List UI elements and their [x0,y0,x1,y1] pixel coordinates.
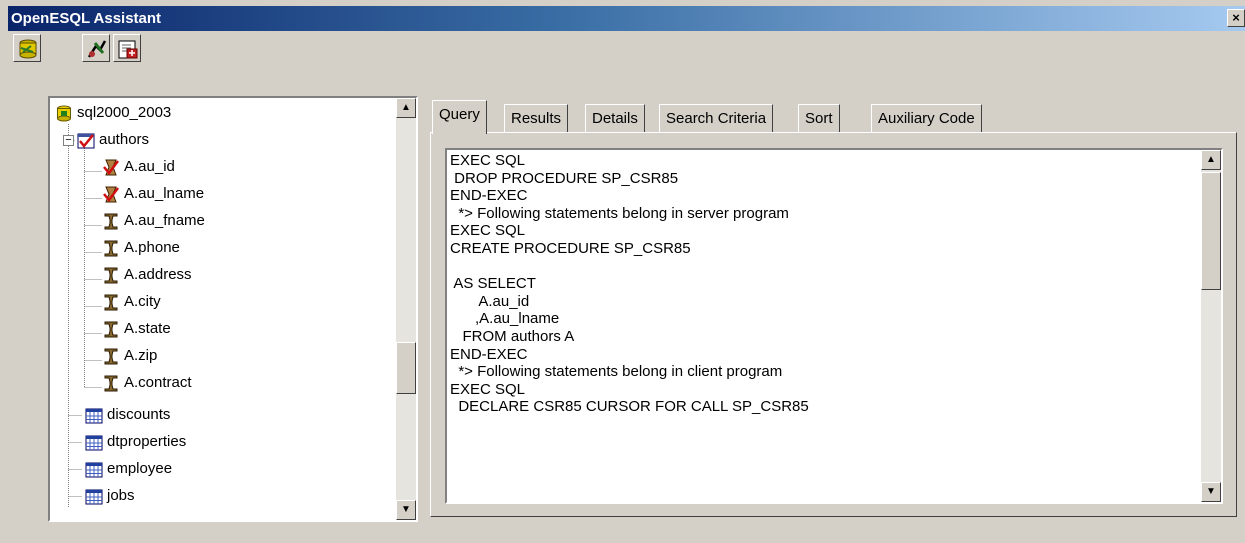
tree-table-label: jobs [107,487,135,504]
generate-code-icon [87,40,107,58]
code-line: END-EXEC [450,187,528,205]
code-line: EXEC SQL [450,222,526,240]
column-icon [104,348,118,365]
tree-column-label: A.city [124,293,161,310]
code-line: END-EXEC [450,345,528,363]
code-line: AS SELECT [450,275,536,293]
tab-query[interactable]: Query [432,100,487,134]
query-code-text[interactable]: EXEC SQL DROP PROCEDURE SP_CSR85 END-EXEC… [450,152,1198,416]
database-icon [57,105,71,122]
code-line: EXEC SQL [450,152,526,169]
code-line: FROM authors A [450,327,575,345]
tab-auxiliary-code[interactable]: Auxiliary Code [871,104,982,132]
tree-table-label: discounts [107,406,171,423]
code-line: *> Following statements belong in client… [450,363,783,381]
checked-column-icon [103,186,119,203]
table-tree-panel[interactable]: sql2000_2003 − authors A.au_id A.au_lname… [48,96,418,522]
code-line: CREATE PROCEDURE SP_CSR85 [450,239,691,257]
table-icon [85,408,103,424]
tree-scroll-down-button[interactable]: ▼ [396,500,416,520]
tab-results[interactable]: Results [504,104,569,132]
tree-scrollbar[interactable]: ▲ ▼ [396,98,416,520]
insert-code-button[interactable] [113,34,141,62]
connect-database-button[interactable] [13,34,41,62]
column-icon [104,213,118,230]
code-line: ,A.au_lname [450,310,560,328]
column-icon [104,321,118,338]
tab-search-criteria[interactable]: Search Criteria [659,104,774,132]
tree-table-label: dtproperties [107,433,187,450]
generate-code-button[interactable] [82,34,110,62]
close-button[interactable]: × [1227,9,1245,27]
code-scrollbar[interactable]: ▲ ▼ [1201,150,1221,502]
table-icon [85,435,103,451]
tree-scroll-thumb[interactable] [396,342,416,394]
column-icon [104,294,118,311]
tree-column-label: A.au_lname [124,185,205,202]
code-line: DROP PROCEDURE SP_CSR85 [450,169,679,187]
tree-root-label: sql2000_2003 [77,104,172,121]
column-icon [104,267,118,284]
tree-column-label: A.au_id [124,158,175,175]
tab-sort[interactable]: Sort [798,104,840,132]
window-title: OpenESQL Assistant [11,10,162,27]
tree-table-label: authors [99,131,150,148]
tree-column-label: A.phone [124,239,180,256]
tree-column-label: A.zip [124,347,158,364]
code-scroll-down-button[interactable]: ▼ [1201,482,1221,502]
code-line: DECLARE CSR85 CURSOR FOR CALL SP_CSR85 [450,398,809,416]
checked-table-icon [77,133,95,149]
code-line: A.au_id [450,292,530,310]
query-code-editor[interactable]: EXEC SQL DROP PROCEDURE SP_CSR85 END-EXEC… [445,148,1223,504]
tree-column-label: A.state [124,320,171,337]
table-icon [85,489,103,505]
column-icon [104,240,118,257]
tree-column-label: A.contract [124,374,192,391]
code-scroll-thumb[interactable] [1201,172,1221,290]
tree-column-label: A.address [124,266,192,283]
tree-scroll-up-button[interactable]: ▲ [396,98,416,118]
column-icon [104,375,118,392]
title-bar: OpenESQL Assistant × [8,6,1245,31]
schema-tree[interactable]: sql2000_2003 − authors A.au_id A.au_lname… [50,98,395,520]
code-scroll-up-button[interactable]: ▲ [1201,150,1221,170]
table-icon [85,462,103,478]
connect-database-icon [19,39,37,59]
insert-code-icon [118,40,138,59]
tab-details[interactable]: Details [585,104,645,132]
tree-table-label: employee [107,460,173,477]
collapse-authors-toggle[interactable]: − [63,135,74,146]
code-line: EXEC SQL [450,380,526,398]
code-line: *> Following statements belong in server… [450,204,789,222]
tree-column-label: A.au_fname [124,212,205,229]
checked-column-icon [103,159,119,176]
query-tab-panel: EXEC SQL DROP PROCEDURE SP_CSR85 END-EXEC… [430,132,1237,517]
